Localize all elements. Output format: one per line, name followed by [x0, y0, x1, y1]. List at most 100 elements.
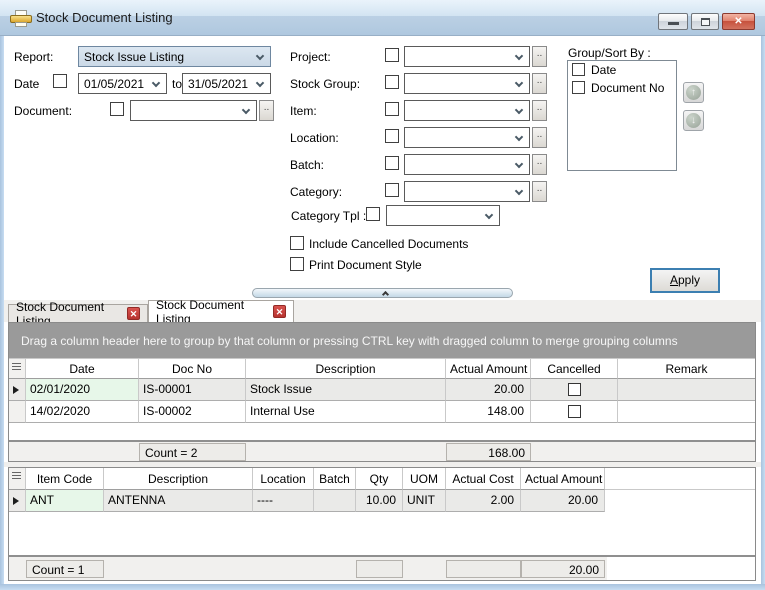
cell-uom[interactable]: UNIT	[403, 490, 446, 512]
cell-actual-amount[interactable]: 20.00	[446, 379, 531, 401]
date-checkbox[interactable]	[53, 74, 67, 88]
cell-item-code[interactable]: ANT	[26, 490, 104, 512]
chevron-down-icon	[152, 79, 160, 87]
location-combobox[interactable]	[404, 127, 530, 148]
column-header-doc-no[interactable]: Doc No	[139, 359, 246, 379]
group-sort-item-document-no[interactable]: Document No	[572, 80, 676, 97]
cell-batch[interactable]	[314, 490, 356, 512]
table-row[interactable]: 14/02/2020 IS-00002 Internal Use 148.00	[9, 401, 755, 423]
cell-cancelled[interactable]	[531, 401, 618, 423]
column-header-qty[interactable]: Qty	[356, 468, 403, 490]
cell-actual-cost[interactable]: 2.00	[446, 490, 521, 512]
column-header-actual-amount[interactable]: Actual Amount	[521, 468, 605, 490]
tab-stock-document-listing-2-active[interactable]: Stock Document Listing ✕	[148, 300, 294, 322]
column-header-description[interactable]: Description	[104, 468, 253, 490]
report-combobox[interactable]: Stock Issue Listing	[78, 46, 271, 67]
cell-cancelled[interactable]	[531, 379, 618, 401]
document-browse-button[interactable]: ..	[259, 100, 274, 121]
column-header-date[interactable]: Date	[26, 359, 139, 379]
row-indicator-header[interactable]	[9, 468, 26, 490]
cell-date[interactable]: 02/01/2020	[26, 379, 139, 401]
category-browse-button[interactable]: ..	[532, 181, 547, 202]
column-header-actual-amount[interactable]: Actual Amount	[446, 359, 531, 379]
move-up-button[interactable]: ↑	[683, 82, 704, 103]
cell-location[interactable]: ----	[253, 490, 314, 512]
table-row[interactable]: 02/01/2020 IS-00001 Stock Issue 20.00	[9, 379, 755, 401]
titlebar[interactable]: Stock Document Listing ✕	[0, 0, 765, 36]
cell-description[interactable]: Stock Issue	[246, 379, 446, 401]
project-checkbox[interactable]	[385, 48, 399, 62]
cell-remark[interactable]	[618, 379, 755, 401]
cancelled-checkbox[interactable]	[568, 405, 581, 418]
tab-stock-document-listing-1[interactable]: Stock Document Listing ✕	[8, 304, 148, 322]
column-header-description[interactable]: Description	[246, 359, 446, 379]
date-from-picker[interactable]: 01/05/2021	[78, 73, 167, 94]
minimize-button[interactable]	[658, 13, 688, 30]
cell-actual-amount[interactable]: 148.00	[446, 401, 531, 423]
date-to-word: to	[172, 77, 182, 91]
chevron-down-icon	[515, 133, 523, 141]
apply-button[interactable]: Apply	[650, 268, 720, 293]
category-combobox[interactable]	[404, 181, 530, 202]
column-header-uom[interactable]: UOM	[403, 468, 446, 490]
date-to-picker[interactable]: 31/05/2021	[182, 73, 271, 94]
location-checkbox[interactable]	[385, 129, 399, 143]
stock-group-combobox[interactable]	[404, 73, 530, 94]
cell-actual-amount[interactable]: 20.00	[521, 490, 605, 512]
tab-close-icon[interactable]: ✕	[127, 307, 140, 320]
group-sort-item-date[interactable]: Date	[572, 62, 676, 79]
column-header-filler	[605, 468, 755, 490]
cell-date[interactable]: 14/02/2020	[26, 401, 139, 423]
chevron-down-icon	[515, 187, 523, 195]
footer-cost-box	[446, 560, 521, 578]
tab-close-icon[interactable]: ✕	[273, 305, 286, 318]
group-sort-docno-checkbox[interactable]	[572, 81, 585, 94]
category-tpl-checkbox[interactable]	[366, 207, 380, 221]
document-checkbox[interactable]	[110, 102, 124, 116]
row-indicator-header[interactable]	[9, 359, 26, 379]
panel-splitter[interactable]	[252, 288, 513, 298]
cell-doc-no[interactable]: IS-00002	[139, 401, 246, 423]
item-browse-button[interactable]: ..	[532, 100, 547, 121]
category-checkbox[interactable]	[385, 183, 399, 197]
project-combobox[interactable]	[404, 46, 530, 67]
collapse-up-icon	[382, 291, 389, 298]
close-button[interactable]: ✕	[722, 13, 755, 30]
column-header-item-code[interactable]: Item Code	[26, 468, 104, 490]
documents-grid-header: Date Doc No Description Actual Amount Ca…	[9, 359, 755, 379]
group-sort-docno-label: Document No	[591, 81, 664, 95]
column-header-batch[interactable]: Batch	[314, 468, 356, 490]
group-by-hint-bar[interactable]: Drag a column header here to group by th…	[9, 323, 755, 359]
category-tpl-combobox[interactable]	[386, 205, 500, 226]
group-sort-date-checkbox[interactable]	[572, 63, 585, 76]
cancelled-checkbox[interactable]	[568, 383, 581, 396]
location-browse-button[interactable]: ..	[532, 127, 547, 148]
item-checkbox[interactable]	[385, 102, 399, 116]
stock-group-browse-button[interactable]: ..	[532, 73, 547, 94]
move-down-button[interactable]: ↓	[683, 110, 704, 131]
cell-remark[interactable]	[618, 401, 755, 423]
table-row[interactable]: ANT ANTENNA ---- 10.00 UNIT 2.00 20.00	[9, 490, 755, 512]
column-header-location[interactable]: Location	[253, 468, 314, 490]
project-browse-button[interactable]: ..	[532, 46, 547, 67]
batch-browse-button[interactable]: ..	[532, 154, 547, 175]
batch-checkbox[interactable]	[385, 156, 399, 170]
printer-icon	[10, 10, 32, 27]
include-cancelled-checkbox[interactable]	[290, 236, 304, 250]
item-combobox[interactable]	[404, 100, 530, 121]
column-header-cancelled[interactable]: Cancelled	[531, 359, 618, 379]
print-style-checkbox[interactable]	[290, 257, 304, 271]
column-header-actual-cost[interactable]: Actual Cost	[446, 468, 521, 490]
cell-doc-no[interactable]: IS-00001	[139, 379, 246, 401]
cell-description[interactable]: ANTENNA	[104, 490, 253, 512]
stock-group-checkbox[interactable]	[385, 75, 399, 89]
restore-button[interactable]	[691, 13, 719, 30]
cell-description[interactable]: Internal Use	[246, 401, 446, 423]
cell-qty[interactable]: 10.00	[356, 490, 403, 512]
column-header-remark[interactable]: Remark	[618, 359, 755, 379]
current-row-arrow-icon	[13, 386, 19, 394]
batch-combobox[interactable]	[404, 154, 530, 175]
group-sort-listbox[interactable]: Date Document No	[567, 60, 677, 171]
window-frame-bottom	[0, 584, 765, 590]
document-combobox[interactable]	[130, 100, 257, 121]
